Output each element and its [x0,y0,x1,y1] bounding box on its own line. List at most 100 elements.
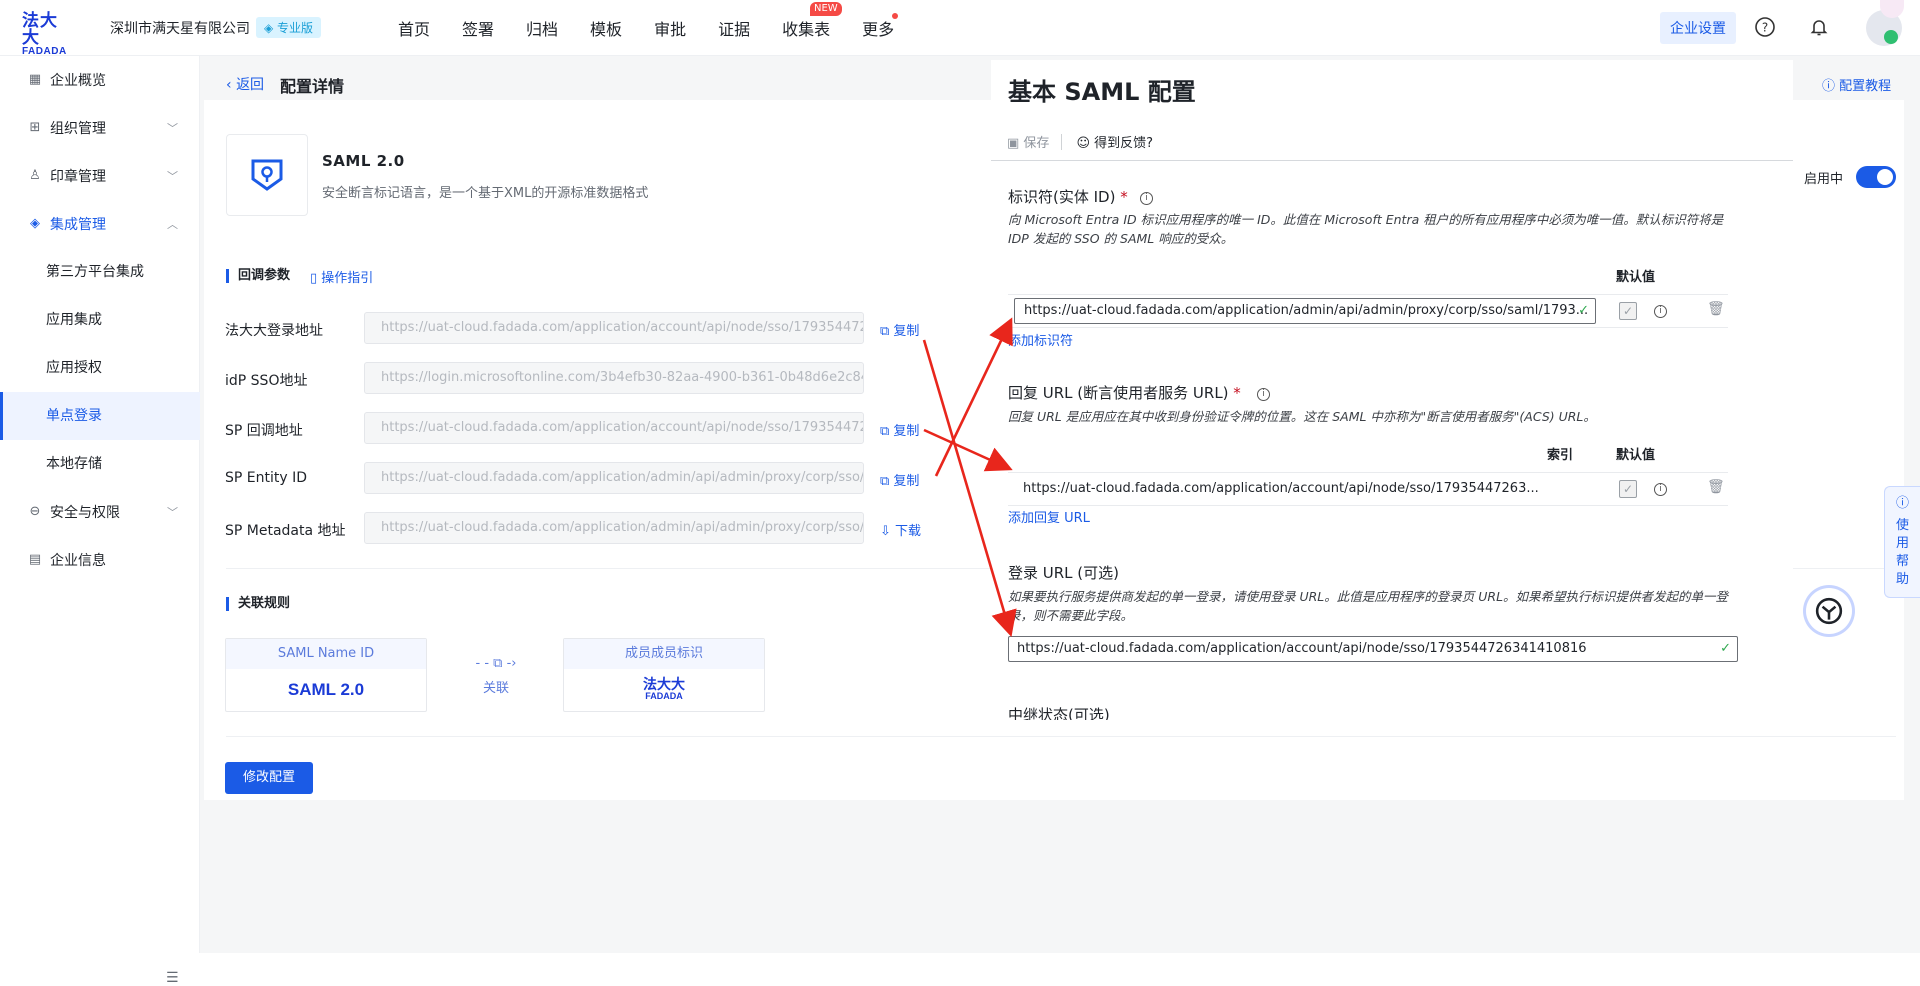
sidebar-item-organization[interactable]: ⊞ 组织管理 ﹀ [0,104,200,152]
notification-dot [892,13,898,19]
seal-icon: ♙ [29,168,41,183]
enable-toggle[interactable] [1856,166,1896,188]
company-name[interactable]: 深圳市满天星有限公司 [110,18,250,38]
add-reply-url-link[interactable]: 添加回复 URL [1008,507,1090,526]
help-tab[interactable]: ⓘ 使用帮助 [1884,486,1920,598]
nav-collection[interactable]: 收集表 [782,16,830,40]
layers-icon: ◈ [30,216,40,231]
info-icon[interactable]: i [1654,483,1667,496]
back-link[interactable]: ‹ 返回 [226,74,264,94]
copy-icon: ⧉ [880,424,894,439]
chevron-up-icon: ︿ [167,218,178,231]
nav-approval[interactable]: 审批 [654,16,686,40]
field-label-sp-callback: SP 回调地址 [225,423,303,439]
question-icon: ⓘ [1895,496,1909,511]
copy-login-url-button[interactable]: ⧉ 复制 [880,320,919,339]
sidebar-sub-sso[interactable]: 单点登录 [0,392,200,440]
shield-icon: ⊖ [29,504,41,519]
sp-metadata-field[interactable]: https://uat-cloud.fadada.com/application… [364,512,864,544]
download-metadata-button[interactable]: ⇩ 下载 [880,520,921,539]
check-icon: ✓ [1720,641,1731,656]
fadada-mini-logo: 法大大 FADADA [643,676,685,701]
divider [991,160,1793,161]
assistant-bot-icon[interactable] [1806,588,1852,634]
sidebar-item-security[interactable]: ⊖ 安全与权限 ﹀ [0,488,200,536]
save-button[interactable]: ▣ 保存 [1007,132,1049,151]
sp-callback-field[interactable]: https://uat-cloud.fadada.com/application… [364,412,864,444]
diamond-icon: ◈ [264,21,278,35]
fadada-logo[interactable]: 法大大 FADADA [22,12,74,57]
location-pin-icon [1880,0,1904,18]
reply-url-value[interactable]: https://uat-cloud.fadada.com/application… [1023,481,1539,496]
nav-sign[interactable]: 签署 [462,16,494,40]
tutorial-link[interactable]: ⓘ 配置教程 [1822,75,1891,94]
sidebar-sub-third-party[interactable]: 第三方平台集成 [0,248,200,296]
saml-panel-toolbar: ▣ 保存 ☺ 得到反馈? [1007,132,1153,151]
sidebar-item-seal[interactable]: ♙ 印章管理 ﹀ [0,152,200,200]
enabled-label: 启用中 [1804,172,1844,187]
default-column-header: 默认值 [1616,270,1656,285]
sp-entity-field[interactable]: https://uat-cloud.fadada.com/application… [364,462,864,494]
nav-more[interactable]: 更多 [862,16,894,40]
identifier-input[interactable]: https://uat-cloud.fadada.com/application… [1014,298,1596,324]
check-icon: ✓ [1578,303,1589,318]
copy-icon: ⧉ [880,324,894,339]
copy-sp-callback-button[interactable]: ⧉ 复制 [880,420,919,439]
sidebar-sub-app-authorization[interactable]: 应用授权 [0,344,200,392]
saml-name-id-header: SAML Name ID [226,639,426,669]
field-label-sp-entity: SP Entity ID [225,470,308,486]
chevron-down-icon: ﹀ [167,506,178,519]
identifier-heading: 标识符(实体 ID) * [1008,188,1128,206]
login-url-heading: 登录 URL (可选) [1008,564,1119,582]
sidebar-sub-app-integration[interactable]: 应用集成 [0,296,200,344]
saml-panel-title: 基本 SAML 配置 [1008,78,1196,106]
info-icon[interactable]: i [1654,305,1667,318]
nav-evidence[interactable]: 证据 [718,16,750,40]
info-icon[interactable]: i [1140,192,1153,205]
default-checkbox[interactable]: ✓ [1619,480,1637,498]
org-icon: ⊞ [29,120,41,135]
idp-sso-field[interactable]: https://login.microsoftonline.com/3b4efb… [364,362,864,394]
info-icon: ⓘ [1822,79,1840,94]
modify-config-button[interactable]: 修改配置 [225,762,313,794]
reply-url-heading: 回复 URL (断言使用者服务 URL) * [1008,384,1241,402]
bell-icon[interactable] [1808,16,1830,38]
sidebar-item-company-info[interactable]: ▤ 企业信息 [0,536,200,584]
info-icon[interactable]: i [1257,388,1270,401]
sidebar-sub-local-storage[interactable]: 本地存储 [0,440,200,488]
save-icon: ▣ [1007,136,1024,151]
nav-template[interactable]: 模板 [590,16,622,40]
sidebar: ▦ 企业概览 ⊞ 组织管理 ﹀ ♙ 印章管理 ﹀ ◈ 集成管理 ︿ 第三方平台集成 应用集成 … [0,56,200,986]
login-url-field[interactable]: https://uat-cloud.fadada.com/application… [364,312,864,344]
grid-icon: ▦ [28,72,42,87]
collapse-sidebar-icon[interactable]: ☰ [166,970,179,986]
field-label-sp-metadata: SP Metadata 地址 [225,523,346,539]
basic-saml-config-panel: 基本 SAML 配置 ▣ 保存 ☺ 得到反馈? 标识符(实体 ID) * i 向… [991,60,1793,720]
add-identifier-link[interactable]: 添加标识符 [1008,330,1073,349]
saml-name-id-value: SAML 2.0 [287,680,365,699]
sidebar-item-overview[interactable]: ▦ 企业概览 [0,56,200,104]
enterprise-settings-button[interactable]: 企业设置 [1660,12,1736,44]
sidebar-item-integration[interactable]: ◈ 集成管理 ︿ [0,200,200,248]
callback-section-heading: 回调参数 [226,269,290,283]
guide-link[interactable]: ▯ 操作指引 [310,267,373,286]
feedback-button[interactable]: ☺ 得到反馈? [1076,132,1153,151]
trash-icon[interactable]: 🗑 [1707,301,1725,317]
building-icon: ▤ [28,552,42,567]
help-icon[interactable]: ? [1754,16,1776,38]
trash-icon[interactable]: 🗑 [1707,479,1725,495]
nav-archive[interactable]: 归档 [526,16,558,40]
saml-name-id-box: SAML Name ID SAML 2.0 [225,638,427,712]
login-url-input[interactable]: https://uat-cloud.fadada.com/application… [1008,636,1738,662]
nav-home[interactable]: 首页 [398,16,430,40]
field-label-login-url: 法大大登录地址 [225,323,323,339]
default-checkbox[interactable]: ✓ [1619,302,1637,320]
copy-icon: ⧉ [880,474,894,489]
default-column-header: 默认值 [1616,448,1656,463]
identifier-row: https://uat-cloud.fadada.com/application… [1008,294,1728,328]
reply-url-row: https://uat-cloud.fadada.com/application… [1008,472,1728,506]
chevron-down-icon: ﹀ [167,170,178,183]
member-identifier-header: 成员成员标识 [564,639,764,669]
copy-sp-entity-button[interactable]: ⧉ 复制 [880,470,919,489]
saml-description: 安全断言标记语言，是一个基于XML的开源标准数据格式 [322,186,649,201]
